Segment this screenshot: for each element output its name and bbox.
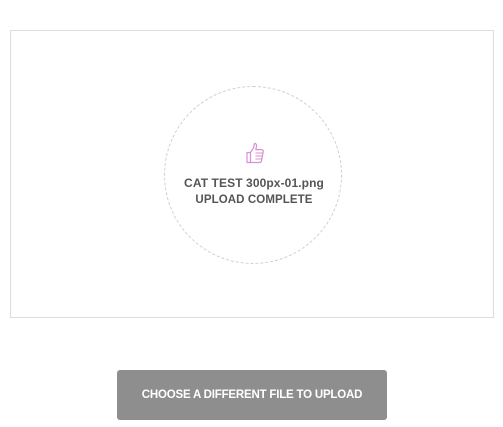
upload-status-circle: CAT TEST 300px-01.png UPLOAD COMPLETE (164, 86, 342, 264)
uploaded-file-name: CAT TEST 300px-01.png (184, 176, 324, 190)
upload-page: CAT TEST 300px-01.png UPLOAD COMPLETE CH… (0, 0, 503, 427)
thumbs-up-icon (246, 142, 264, 164)
upload-drop-zone[interactable]: CAT TEST 300px-01.png UPLOAD COMPLETE (10, 30, 494, 318)
upload-status-text: UPLOAD COMPLETE (195, 194, 313, 206)
choose-different-file-button[interactable]: CHOOSE A DIFFERENT FILE TO UPLOAD (117, 370, 387, 420)
